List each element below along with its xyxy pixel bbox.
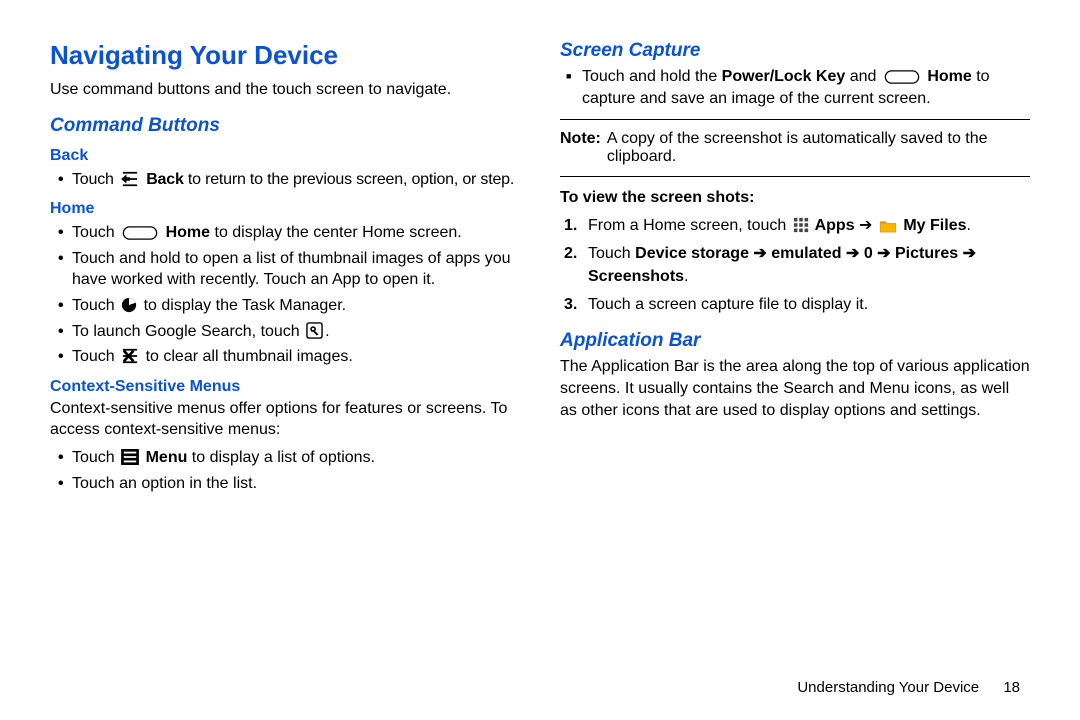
step-3: Touch a screen capture file to display i… (588, 294, 1030, 316)
menu-icon (121, 449, 139, 465)
note: Note: A copy of the screenshot is automa… (560, 130, 1030, 166)
home-item-2: Touch and hold to open a list of thumbna… (72, 248, 520, 291)
csm-item-1: Touch Menu to display a list of options. (72, 447, 520, 469)
heading-context-menus: Context-Sensitive Menus (50, 378, 520, 396)
clear-thumbnails-icon (121, 348, 139, 364)
page-title: Navigating Your Device (50, 40, 520, 71)
csm-item-2: Touch an option in the list. (72, 473, 520, 495)
screen-capture-step: Touch and hold the Power/Lock Key and Ho… (582, 66, 1030, 109)
right-column: Screen Capture Touch and hold the Power/… (560, 40, 1030, 500)
apps-grid-icon (793, 217, 809, 233)
step-1: From a Home screen, touch Apps ➔ My File… (588, 215, 1030, 237)
view-screenshots-heading: To view the screen shots: (560, 187, 1030, 209)
home-key-icon (121, 226, 159, 240)
google-search-icon (306, 322, 323, 339)
heading-home: Home (50, 200, 520, 218)
note-text: A copy of the screenshot is automaticall… (607, 130, 1030, 166)
note-label: Note: (560, 130, 601, 166)
task-manager-icon (121, 297, 137, 313)
home-item-4: To launch Google Search, touch . (72, 321, 520, 343)
back-icon (120, 171, 140, 187)
heading-application-bar: Application Bar (560, 330, 1030, 352)
folder-icon (879, 219, 897, 233)
home-item-1: Touch Home to display the center Home sc… (72, 222, 520, 244)
home-item-3: Touch to display the Task Manager. (72, 295, 520, 317)
home-item-5: Touch to clear all thumbnail images. (72, 346, 520, 368)
heading-screen-capture: Screen Capture (560, 40, 1030, 62)
step-2: Touch Device storage ➔ emulated ➔ 0 ➔ Pi… (588, 243, 1030, 288)
page-footer: Understanding Your Device 18 (797, 679, 1020, 696)
back-item-1: Touch Back to return to the previous scr… (72, 169, 520, 191)
application-bar-text: The Application Bar is the area along th… (560, 356, 1030, 421)
home-key-icon (883, 70, 921, 84)
divider (560, 119, 1030, 120)
context-menus-text: Context-sensitive menus offer options fo… (50, 398, 520, 441)
divider (560, 176, 1030, 177)
heading-command-buttons: Command Buttons (50, 115, 520, 137)
intro-text: Use command buttons and the touch screen… (50, 79, 520, 101)
footer-section: Understanding Your Device (797, 679, 979, 696)
page-number: 18 (1003, 679, 1020, 696)
heading-back: Back (50, 147, 520, 165)
left-column: Navigating Your Device Use command butto… (50, 40, 520, 500)
